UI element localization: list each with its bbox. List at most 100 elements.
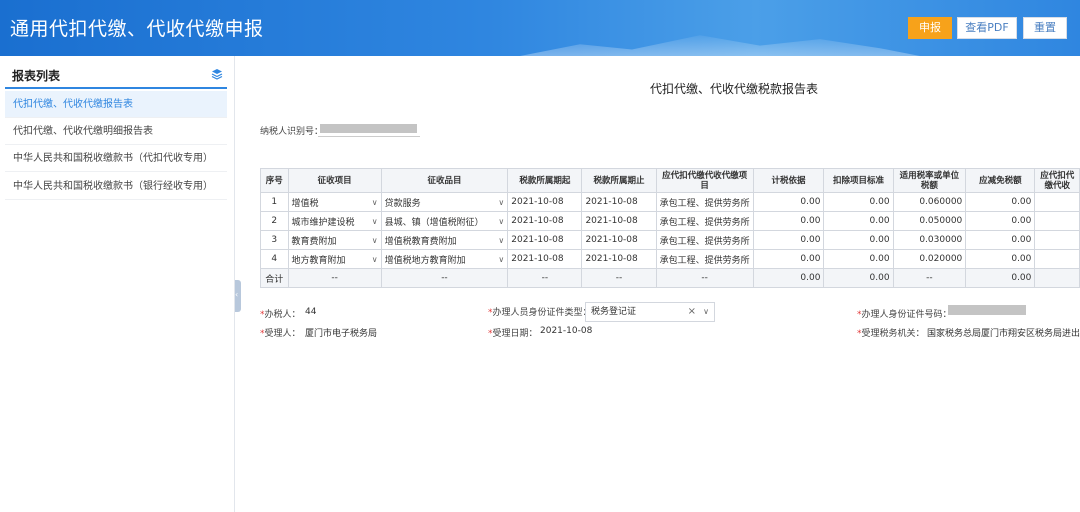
layers-icon[interactable] — [211, 68, 223, 80]
project-input[interactable]: 承包工程、提供劳务所 — [655, 230, 754, 250]
chevron-down-icon: ∨ — [371, 216, 378, 226]
period-start-input[interactable]: 2021-10-08 — [507, 211, 583, 231]
id-type-label: *办理人员身份证件类型： — [488, 308, 592, 318]
subitem-select[interactable]: 增值税地方教育附加 ∨ — [380, 249, 509, 269]
taxpayer-id-redacted — [320, 124, 417, 133]
item-value: 城市维护建设税 — [291, 217, 355, 228]
col-header: 计税依据 — [752, 168, 825, 193]
tax-basis-input[interactable]: 0.00 — [752, 249, 825, 269]
id-type-select[interactable]: 税务登记证 × ∨ — [585, 302, 715, 322]
tax-basis-input[interactable]: 0.00 — [752, 192, 825, 212]
page-title: 通用代扣代缴、代收代缴申报 — [10, 18, 264, 40]
item-select[interactable]: 城市维护建设税 ∨ — [287, 211, 382, 231]
clear-icon[interactable]: × — [688, 303, 696, 321]
sidebar-collapse-handle[interactable]: ‹ — [235, 280, 241, 312]
total-label: 合计 — [260, 268, 289, 288]
tax-basis-input[interactable]: 0.00 — [752, 211, 825, 231]
receiver-label: *受理人： — [260, 329, 301, 339]
taxpayer-id-underline — [318, 136, 420, 137]
exemption-input[interactable]: 0.00 — [965, 230, 1036, 250]
report-table: 序号 征收项目 征收品目 税款所属期起 税款所属期止 应代扣代缴代收代缴项目 计… — [260, 168, 1080, 288]
period-start-input[interactable]: 2021-10-08 — [507, 230, 583, 250]
main-content: 代扣代缴、代收代缴税款报告表 纳税人识别号： 序号 征收项目 征收品目 税款所属… — [245, 56, 1080, 512]
receive-org-value: 国家税务总局厦门市翔安区税务局进出口税 — [927, 329, 1080, 339]
period-end-input[interactable]: 2021-10-08 — [581, 230, 657, 250]
col-header: 征收项目 — [287, 168, 382, 193]
col-header: 扣除项目标准 — [823, 168, 894, 193]
period-end-input[interactable]: 2021-10-08 — [581, 249, 657, 269]
subitem-value: 贷款服务 — [384, 198, 421, 209]
table-row: 2 城市维护建设税 ∨ 县城、镇（增值税附征） ∨ 2021-10-08 2021-… — [260, 211, 1080, 231]
tax-basis-input[interactable]: 0.00 — [752, 230, 825, 250]
table-row: 1 增值税 ∨ 贷款服务 ∨ 2021-10-08 2021-10-08 承包工程、… — [260, 192, 1080, 212]
project-input[interactable]: 承包工程、提供劳务所 — [655, 211, 754, 231]
id-no-label: *办理人身份证件号码： — [857, 310, 952, 320]
withhold-cell — [1034, 192, 1080, 212]
chevron-down-icon: ∨ — [498, 254, 505, 264]
total-exempt: 0.00 — [965, 268, 1036, 288]
view-pdf-button[interactable]: 查看PDF — [957, 17, 1017, 39]
id-type-value: 税务登记证 — [591, 307, 637, 317]
exemption-input[interactable]: 0.00 — [965, 192, 1036, 212]
sidebar-item-detail-report[interactable]: 代扣代缴、代收代缴明细报告表 — [5, 118, 227, 145]
table-header-row: 序号 征收项目 征收品目 税款所属期起 税款所属期止 应代扣代缴代收代缴项目 计… — [260, 168, 1080, 193]
sidebar: 报表列表 代扣代缴、代收代缴报告表 代扣代缴、代收代缴明细报告表 中华人民共和国… — [0, 56, 235, 512]
chevron-down-icon: ∨ — [498, 216, 505, 226]
receiver-value: 厦门市电子税务局 — [305, 329, 378, 339]
col-header: 征收品目 — [380, 168, 509, 193]
deduction-input[interactable]: 0.00 — [823, 192, 894, 212]
sidebar-title: 报表列表 — [12, 69, 61, 83]
handler-value: 44 — [305, 307, 317, 317]
col-header: 税款所属期起 — [507, 168, 583, 193]
total-dash: -- — [507, 268, 583, 288]
reset-button[interactable]: 重置 — [1023, 17, 1067, 39]
total-basis: 0.00 — [752, 268, 825, 288]
id-no-redacted — [948, 305, 1026, 315]
total-rate: -- — [892, 268, 967, 288]
row-no: 4 — [260, 249, 289, 269]
subitem-select[interactable]: 县城、镇（增值税附征） ∨ — [380, 211, 509, 231]
period-start-input[interactable]: 2021-10-08 — [507, 249, 583, 269]
deduction-input[interactable]: 0.00 — [823, 211, 894, 231]
chevron-down-icon: ∨ — [498, 235, 505, 245]
table-row: 4 地方教育附加 ∨ 增值税地方教育附加 ∨ 2021-10-08 2021-10-… — [260, 249, 1080, 269]
item-select[interactable]: 教育费附加 ∨ — [287, 230, 382, 250]
sidebar-item-tax-payment-withhold[interactable]: 中华人民共和国税收缴款书（代扣代收专用） — [5, 145, 227, 172]
sidebar-item-report[interactable]: 代扣代缴、代收代缴报告表 — [5, 91, 227, 118]
subitem-value: 增值税教育费附加 — [384, 236, 457, 247]
item-value: 教育费附加 — [291, 236, 337, 247]
subitem-value: 县城、镇（增值税附征） — [384, 217, 484, 228]
report-title: 代扣代缴、代收代缴税款报告表 — [650, 82, 819, 96]
submit-button[interactable]: 申报 — [908, 17, 952, 39]
period-end-input[interactable]: 2021-10-08 — [581, 211, 657, 231]
col-header: 应代扣代缴代收 — [1034, 168, 1080, 193]
header-decoration — [520, 35, 920, 56]
deduction-input[interactable]: 0.00 — [823, 230, 894, 250]
col-header: 适用税率或单位税额 — [892, 168, 967, 193]
period-start-input[interactable]: 2021-10-08 — [507, 192, 583, 212]
col-header: 应减免税额 — [965, 168, 1036, 193]
exemption-input[interactable]: 0.00 — [965, 249, 1036, 269]
sidebar-item-tax-payment-bank[interactable]: 中华人民共和国税收缴款书（银行经收专用） — [5, 173, 227, 200]
total-dash: -- — [581, 268, 657, 288]
receive-date-value: 2021-10-08 — [540, 326, 593, 336]
item-select[interactable]: 地方教育附加 ∨ — [287, 249, 382, 269]
taxpayer-id-label: 纳税人识别号： — [260, 127, 324, 137]
withhold-cell — [1034, 230, 1080, 250]
chevron-down-icon: ∨ — [371, 197, 378, 207]
row-no: 2 — [260, 211, 289, 231]
project-input[interactable]: 承包工程、提供劳务所 — [655, 249, 754, 269]
deduction-input[interactable]: 0.00 — [823, 249, 894, 269]
item-select[interactable]: 增值税 ∨ — [287, 192, 382, 212]
subitem-select[interactable]: 贷款服务 ∨ — [380, 192, 509, 212]
project-input[interactable]: 承包工程、提供劳务所 — [655, 192, 754, 212]
period-end-input[interactable]: 2021-10-08 — [581, 192, 657, 212]
subitem-value: 增值税地方教育附加 — [384, 255, 466, 266]
total-row: 合计 -- -- -- -- -- 0.00 0.00 -- 0.00 — [260, 268, 1080, 288]
chevron-left-icon: ‹ — [235, 290, 239, 299]
tax-rate-value: 0.030000 — [892, 230, 967, 250]
total-dash: -- — [287, 268, 382, 288]
row-no: 1 — [260, 192, 289, 212]
subitem-select[interactable]: 增值税教育费附加 ∨ — [380, 230, 509, 250]
exemption-input[interactable]: 0.00 — [965, 211, 1036, 231]
